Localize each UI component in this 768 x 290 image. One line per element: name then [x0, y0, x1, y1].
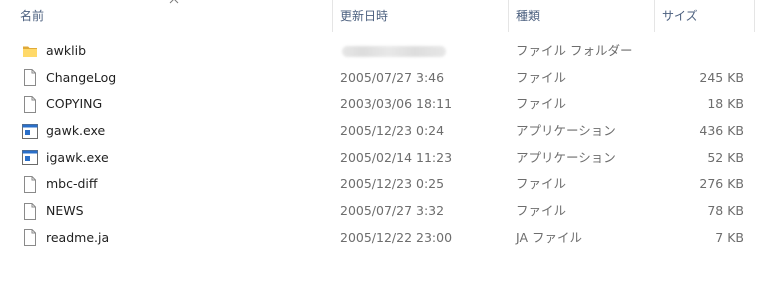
file-name: awklib	[46, 43, 87, 58]
file-date-modified: 2005/12/23 0:24	[340, 123, 445, 139]
file-type: アプリケーション	[516, 123, 616, 139]
file-date-modified: 2005/07/27 3:32	[340, 203, 445, 219]
list-item[interactable]: awklib ファイル フォルダー	[0, 38, 768, 65]
file-date-modified: 2005/12/22 23:00	[340, 229, 453, 245]
file-size: 436 KB	[699, 123, 744, 139]
file-size: 276 KB	[699, 176, 744, 192]
column-header-size[interactable]: サイズ	[654, 0, 754, 32]
file-type: ファイル	[516, 176, 567, 192]
list-item[interactable]: mbc-diff 2005/12/23 0:25 ファイル 276 KB	[0, 171, 768, 198]
column-divider[interactable]	[754, 0, 755, 32]
column-header-row: 名前 更新日時 種類 サイズ	[0, 0, 768, 32]
document-icon	[22, 69, 38, 87]
file-date-modified: 2003/03/06 18:11	[340, 96, 453, 112]
column-divider[interactable]	[508, 0, 509, 32]
file-date-modified: 2005/02/14 11:23	[340, 149, 453, 165]
document-icon	[22, 95, 38, 113]
file-explorer-details-view: 名前 更新日時 種類 サイズ awklib ファイル フォルダー ChangeL…	[0, 0, 768, 290]
application-icon	[22, 122, 38, 140]
list-item[interactable]: igawk.exe 2005/02/14 11:23 アプリケーション 52 K…	[0, 145, 768, 172]
document-icon	[22, 202, 38, 220]
file-size: 245 KB	[699, 69, 744, 85]
folder-icon	[22, 42, 38, 60]
list-item[interactable]: COPYING 2003/03/06 18:11 ファイル 18 KB	[0, 91, 768, 118]
list-item[interactable]: gawk.exe 2005/12/23 0:24 アプリケーション 436 KB	[0, 118, 768, 145]
file-type: ファイル	[516, 69, 567, 85]
file-name: COPYING	[46, 96, 103, 112]
column-divider[interactable]	[332, 0, 333, 32]
file-name: readme.ja	[46, 229, 110, 245]
column-header-date-modified[interactable]: 更新日時	[332, 0, 508, 32]
file-size: 7 KB	[715, 229, 744, 245]
list-item[interactable]: readme.ja 2005/12/22 23:00 JA ファイル 7 KB	[0, 225, 768, 252]
file-size: 78 KB	[707, 203, 744, 219]
file-name: igawk.exe	[46, 149, 109, 165]
file-type: JA ファイル	[516, 229, 582, 245]
application-icon	[22, 149, 38, 167]
file-type: ファイル	[516, 96, 567, 112]
file-date-modified: 2005/07/27 3:46	[340, 69, 445, 85]
column-header-type[interactable]: 種類	[508, 0, 654, 32]
list-item[interactable]: ChangeLog 2005/07/27 3:46 ファイル 245 KB	[0, 65, 768, 92]
file-date-modified: 2005/12/23 0:25	[340, 176, 445, 192]
file-type: アプリケーション	[516, 149, 616, 165]
redacted-date	[342, 46, 446, 57]
file-type: ファイル フォルダー	[516, 43, 633, 58]
file-size: 52 KB	[707, 149, 744, 165]
document-icon	[22, 229, 38, 247]
file-name: NEWS	[46, 203, 84, 219]
document-icon	[22, 175, 38, 193]
file-size: 18 KB	[707, 96, 744, 112]
file-name: gawk.exe	[46, 123, 106, 139]
file-name: ChangeLog	[46, 69, 117, 85]
file-name: mbc-diff	[46, 176, 98, 192]
column-divider[interactable]	[654, 0, 655, 32]
sort-ascending-icon	[168, 0, 180, 6]
list-item[interactable]: NEWS 2005/07/27 3:32 ファイル 78 KB	[0, 198, 768, 225]
file-type: ファイル	[516, 203, 567, 219]
file-size	[654, 38, 744, 65]
file-list: awklib ファイル フォルダー ChangeLog 2005/07/27 3…	[0, 38, 768, 252]
